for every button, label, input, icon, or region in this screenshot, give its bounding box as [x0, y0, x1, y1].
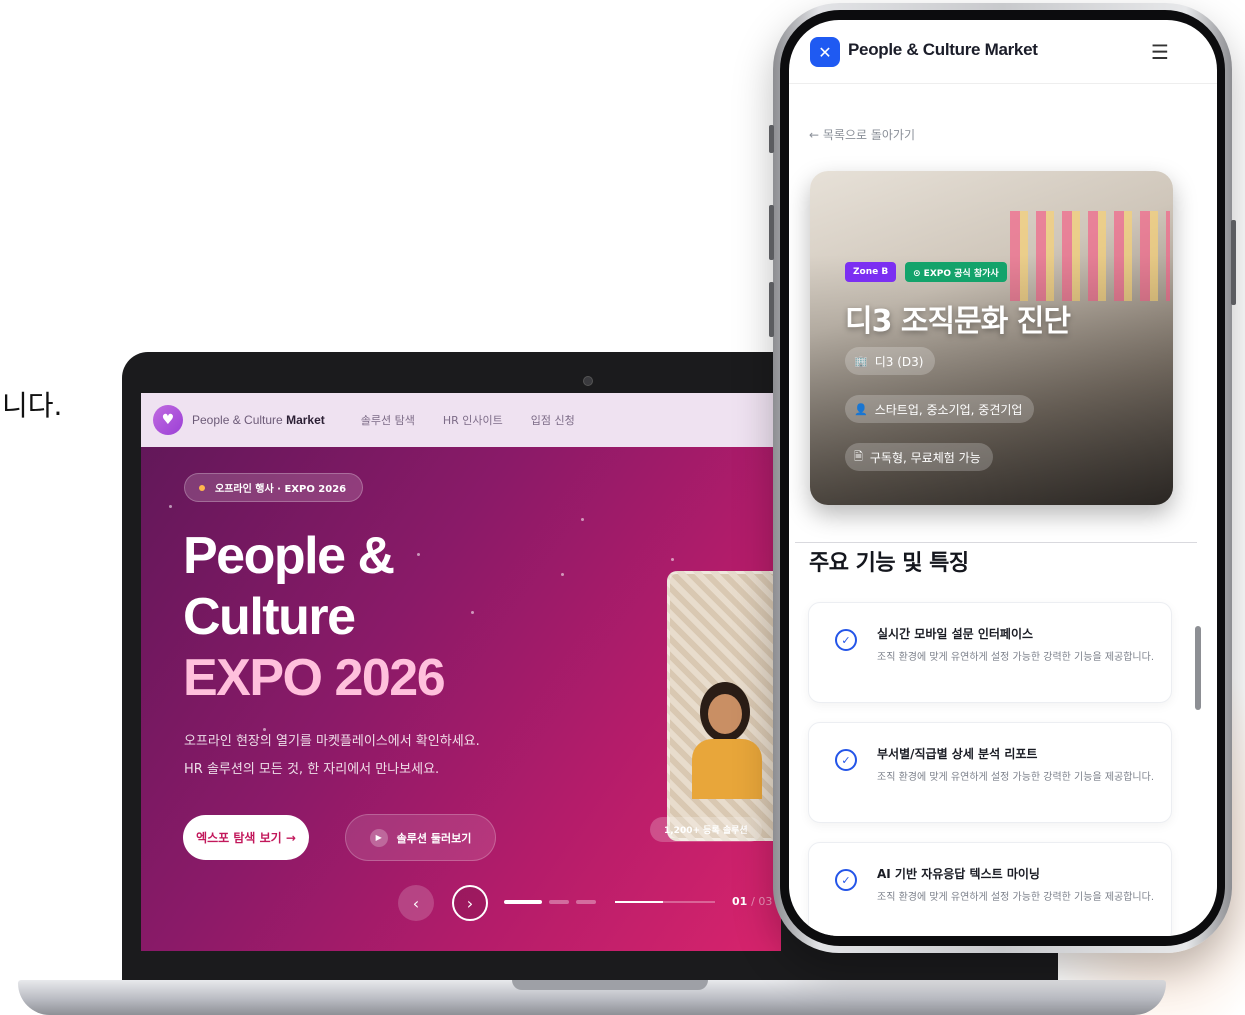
solution-count-badge: 1,200+ 등록 솔루션 [650, 817, 762, 842]
browse-solutions-button[interactable]: ▶ 솔루션 둘러보기 [345, 814, 496, 861]
laptop-base [18, 980, 1166, 1015]
carousel-dot-3[interactable] [576, 900, 596, 904]
feature-description: 조직 환경에 맞게 유연하게 설정 가능한 강력한 기능을 제공합니다. [877, 892, 1155, 903]
carousel-progress [615, 901, 715, 903]
explore-expo-button[interactable]: 엑스포 탐색 보기 → [183, 815, 309, 860]
check-circle-icon: ✓ [835, 869, 857, 891]
nav-link-apply[interactable]: 입점 신청 [531, 412, 575, 428]
features-section-title: 주요 기능 및 특징 [809, 551, 969, 576]
feature-title: AI 기반 자유응답 텍스트 마이닝 [877, 867, 1040, 881]
feature-title: 실시간 모바일 설문 인터페이스 [877, 627, 1034, 641]
carousel-next-button[interactable]: › [452, 885, 488, 921]
carousel-page-indicator: 01 / 03 [732, 895, 773, 908]
expo-official-tag: ⊙ EXPO 공식 참가사 [905, 262, 1007, 282]
nav-link-insights[interactable]: HR 인사이트 [443, 412, 503, 428]
product-title: 디3 조직문화 진단 [845, 304, 1071, 339]
feature-title: 부서별/직급별 상세 분석 리포트 [877, 747, 1038, 761]
brand-name[interactable]: People & Culture Market [192, 413, 325, 427]
check-circle-icon: ✓ [835, 629, 857, 651]
carousel-progress-fill [615, 901, 663, 903]
target-chip: 👤 스타트업, 중소기업, 중견기업 [845, 395, 1035, 423]
play-icon: ▶ [369, 828, 388, 847]
pricing-chip: 🗎 구독형, 무료체험 가능 [845, 443, 993, 471]
cropped-text: 니다. [2, 389, 63, 422]
laptop-camera [583, 376, 593, 386]
top-navbar: ♥ People & Culture Market 솔루션 탐색 HR 인사이트… [141, 393, 781, 447]
hamburger-menu-icon[interactable]: ☰ [1151, 40, 1169, 64]
person-icon: 👤 [854, 402, 868, 416]
carousel-dot-2[interactable] [549, 900, 569, 904]
back-to-list-link[interactable]: ← 목록으로 돌아가기 [809, 126, 915, 143]
carousel-prev-button[interactable]: ‹ [398, 885, 434, 921]
phone-screen: ✕ People & Culture Market ☰ ← 목록으로 돌아가기 … [789, 20, 1217, 936]
feature-card[interactable]: ✓ 부서별/직급별 상세 분석 리포트 조직 환경에 맞게 유연하게 설정 가능… [808, 722, 1172, 823]
feature-card[interactable]: ✓ 실시간 모바일 설문 인터페이스 조직 환경에 맞게 유연하게 설정 가능한… [808, 602, 1172, 703]
brand-logo-icon[interactable]: ✕ [810, 37, 840, 67]
company-chip: 🏢 디3 (D3) [845, 347, 936, 375]
document-icon: 🗎 [854, 449, 863, 463]
building-icon: 🏢 [854, 354, 868, 368]
mobile-brand-name[interactable]: People & Culture Market [848, 40, 1038, 60]
laptop-screen: ♥ People & Culture Market 솔루션 탐색 HR 인사이트… [141, 393, 781, 951]
showcase-stage: 니다. ♥ People & Culture Market 솔루션 탐색 HR … [0, 0, 1245, 1015]
hero-illustration [667, 571, 781, 841]
brand-logo-icon[interactable]: ♥ [153, 405, 183, 435]
zone-tag: Zone B [845, 262, 897, 282]
hero-title: People & Culture EXPO 2026 [183, 527, 446, 707]
event-badge: 오프라인 행사 · EXPO 2026 [184, 473, 364, 502]
feature-description: 조직 환경에 맞게 유연하게 설정 가능한 강력한 기능을 제공합니다. [877, 652, 1155, 663]
carousel-dot-1[interactable] [504, 900, 542, 904]
hero-description: 오프라인 현장의 열기를 마켓플레이스에서 확인하세요. HR 솔루션의 모든 … [184, 734, 480, 777]
section-divider [795, 542, 1197, 543]
badge-dot-icon [199, 484, 205, 491]
feature-description: 조직 환경에 맞게 유연하게 설정 가능한 강력한 기능을 제공합니다. [877, 772, 1155, 783]
nav-link-solutions[interactable]: 솔루션 탐색 [361, 412, 415, 428]
product-hero-card: Zone B ⊙ EXPO 공식 참가사 디3 조직문화 진단 🏢 디3 (D3)… [810, 171, 1173, 505]
mobile-header: ✕ People & Culture Market ☰ [789, 20, 1217, 84]
scrollbar-thumb[interactable] [1195, 626, 1201, 710]
feature-card[interactable]: ✓ AI 기반 자유응답 텍스트 마이닝 조직 환경에 맞게 유연하게 설정 가… [808, 842, 1172, 936]
check-circle-icon: ✓ [835, 749, 857, 771]
